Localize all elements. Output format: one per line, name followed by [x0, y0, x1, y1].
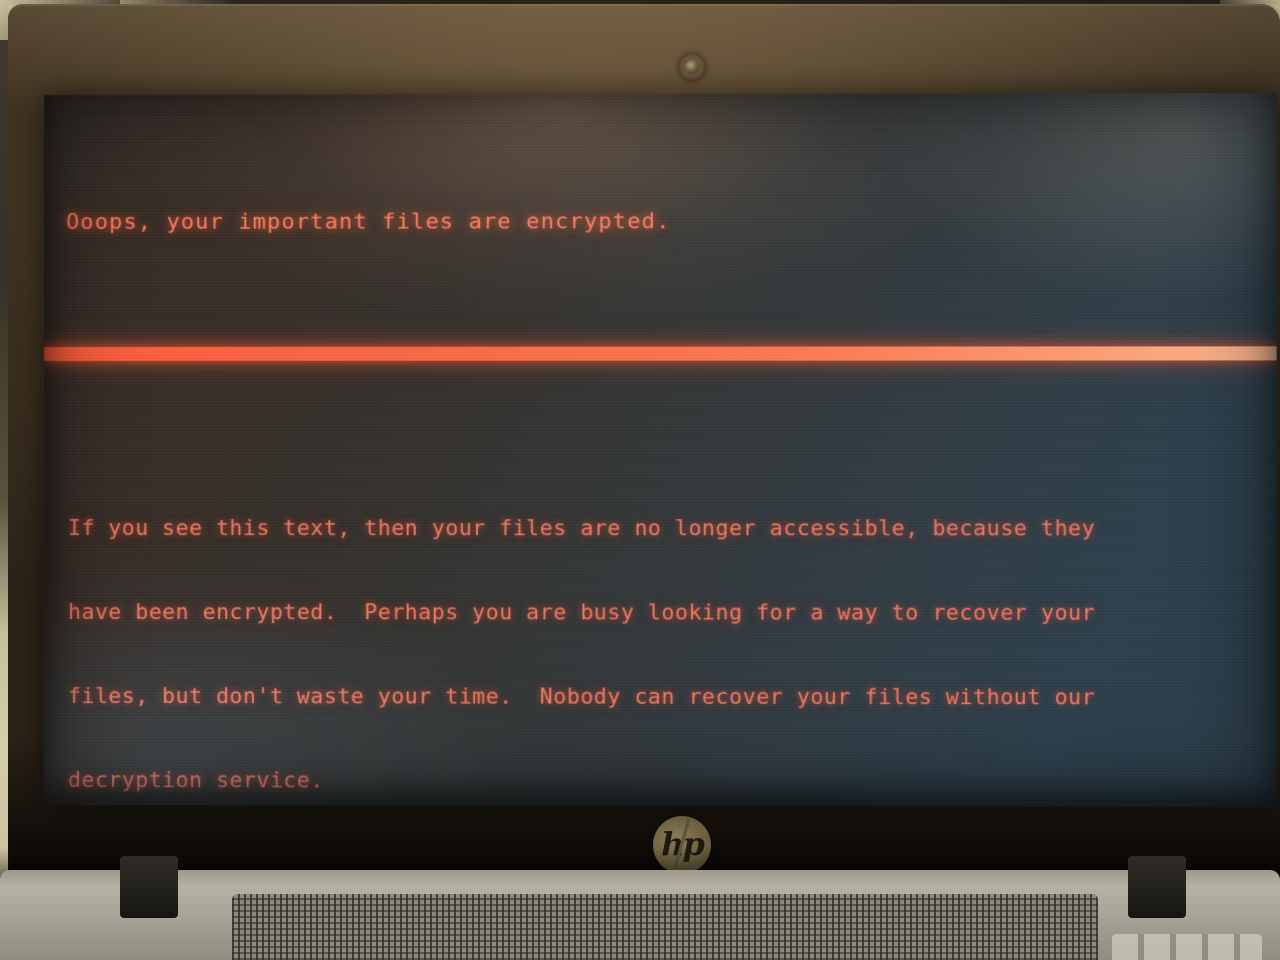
laptop-deck [0, 870, 1280, 960]
intro-line-2: have been encrypted. Perhaps you are bus… [68, 599, 1277, 628]
hinge-left [120, 856, 178, 918]
hinge-right [1128, 856, 1186, 918]
keyboard-keys[interactable] [1112, 934, 1262, 960]
ransom-note: Ooops, your important files are encrypte… [44, 93, 1277, 807]
webcam-icon [678, 53, 706, 81]
speaker-grille [232, 894, 1098, 960]
intro-line-3: files, but don't waste your time. Nobody… [68, 683, 1277, 713]
ransom-body: If you see this text, then your files ar… [68, 459, 1277, 807]
photo-scene: hp Ooops, your important files are encry… [0, 0, 1280, 960]
intro-line-4: decryption service. [68, 767, 1277, 797]
separator-bar [44, 346, 1277, 361]
webcam-lens [685, 60, 699, 74]
laptop-screen: Ooops, your important files are encrypte… [44, 93, 1277, 807]
ransom-headline: Ooops, your important files are encrypte… [66, 207, 1277, 236]
intro-line-1: If you see this text, then your files ar… [68, 515, 1277, 544]
